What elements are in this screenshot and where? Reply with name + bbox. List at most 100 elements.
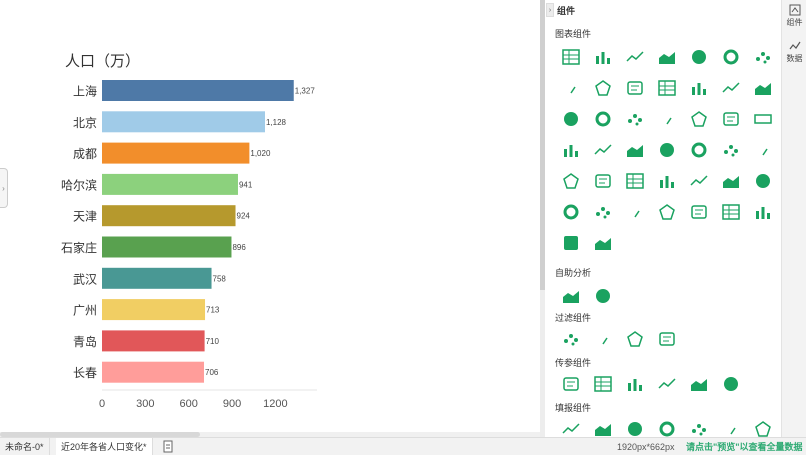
funnel-icon[interactable] xyxy=(587,134,619,165)
document-tab-2-label: 近20年各省人口变化* xyxy=(61,442,147,452)
globe-icon[interactable] xyxy=(651,196,683,227)
form-list-icon[interactable] xyxy=(619,413,651,437)
comment-icon[interactable] xyxy=(587,280,619,311)
slider-param-icon[interactable] xyxy=(683,368,715,399)
polygon-radar-icon[interactable] xyxy=(715,134,747,165)
form-edit-icon[interactable] xyxy=(555,413,587,437)
components-icon xyxy=(789,4,800,16)
leaf-map-icon[interactable] xyxy=(747,165,779,196)
grouped-table-icon[interactable] xyxy=(619,41,651,72)
bar[interactable] xyxy=(102,173,238,195)
slider-filter-icon[interactable] xyxy=(619,323,651,354)
sankey-icon[interactable] xyxy=(715,165,747,196)
date-filter-icon[interactable] xyxy=(651,323,683,354)
ellipse-pie-icon[interactable] xyxy=(715,72,747,103)
dropdown-param-icon[interactable] xyxy=(619,368,651,399)
range-column-icon[interactable] xyxy=(747,41,779,72)
form-dropdown-icon[interactable] xyxy=(683,413,715,437)
js-custom-icon[interactable] xyxy=(555,227,587,258)
tab-components[interactable]: 组件 xyxy=(782,4,806,28)
column-chart-icon[interactable] xyxy=(651,41,683,72)
stream-area-icon[interactable] xyxy=(651,72,683,103)
candlestick-icon[interactable] xyxy=(715,196,747,227)
search-param-icon[interactable] xyxy=(715,368,747,399)
bubble-chart-icon[interactable] xyxy=(651,103,683,134)
gauge-icon[interactable] xyxy=(555,134,587,165)
bar[interactable] xyxy=(102,299,206,321)
bar[interactable] xyxy=(102,80,294,101)
gantt-icon[interactable] xyxy=(587,196,619,227)
region-map-icon[interactable] xyxy=(683,196,715,227)
histogram-icon[interactable] xyxy=(587,165,619,196)
data-label: 1,020 xyxy=(250,149,271,158)
insight-bulb-icon[interactable] xyxy=(555,280,587,311)
bar[interactable] xyxy=(102,142,250,164)
area-chart-icon[interactable] xyxy=(619,72,651,103)
bar[interactable] xyxy=(102,205,236,227)
data-label: 1,327 xyxy=(295,87,316,96)
percent-column-icon[interactable] xyxy=(715,41,747,72)
bar[interactable] xyxy=(102,361,205,383)
flow-map-icon[interactable] xyxy=(747,196,779,227)
network-graph-icon[interactable] xyxy=(683,165,715,196)
icon-grid xyxy=(555,323,779,354)
tree-filter-icon[interactable] xyxy=(587,323,619,354)
panel-title: 组件 xyxy=(557,5,576,16)
step-column-icon[interactable] xyxy=(747,134,779,165)
form-search-icon[interactable] xyxy=(747,413,779,437)
document-tab-2[interactable]: 近20年各省人口变化* xyxy=(56,438,153,455)
donut-chart-icon[interactable] xyxy=(747,72,779,103)
heatmap-table-icon[interactable] xyxy=(651,165,683,196)
tree-chart-icon[interactable] xyxy=(555,196,587,227)
design-canvas[interactable]: › 人口（万） 上海 1,327 北京 1,128 成都 1,020 哈尔滨 941 天津 924… xyxy=(0,0,540,437)
sparkline-icon[interactable] xyxy=(587,227,619,258)
icon-grid xyxy=(555,368,779,399)
bar[interactable] xyxy=(102,111,265,133)
preview-hint[interactable]: 请点击"预览"以查看全量数据 xyxy=(686,438,803,455)
panel-collapse-button[interactable]: › xyxy=(546,3,554,17)
line-chart-icon[interactable] xyxy=(555,72,587,103)
ring-progress-icon[interactable] xyxy=(587,103,619,134)
document-tab-1-label: 未命名-0* xyxy=(5,442,44,452)
multi-bubble-icon[interactable] xyxy=(683,103,715,134)
bar[interactable] xyxy=(102,267,212,289)
new-document-icon[interactable] xyxy=(162,440,174,453)
form-tree-icon[interactable] xyxy=(651,413,683,437)
data-label: 758 xyxy=(213,274,227,283)
x-tick-label: 900 xyxy=(223,398,241,410)
canvas-size-readout: 1920px*662px xyxy=(617,441,675,452)
word-cloud-icon[interactable] xyxy=(715,103,747,134)
scatter-chart-icon[interactable] xyxy=(619,103,651,134)
text-param-icon[interactable] xyxy=(651,368,683,399)
y-tick-label: 石家庄 xyxy=(61,240,97,255)
text-list-icon[interactable] xyxy=(619,196,651,227)
cross-table-icon[interactable] xyxy=(587,41,619,72)
tree-param-icon[interactable] xyxy=(587,368,619,399)
tab-data[interactable]: 数据 xyxy=(782,40,806,64)
x-tick-label: 600 xyxy=(180,398,198,410)
y-tick-label: 武汉 xyxy=(73,272,97,286)
rose-chart-icon[interactable] xyxy=(555,103,587,134)
combo-chart-icon[interactable] xyxy=(555,165,587,196)
list-filter-icon[interactable] xyxy=(555,323,587,354)
radar-chart-icon[interactable] xyxy=(683,134,715,165)
bar[interactable] xyxy=(102,330,205,352)
data-label: 706 xyxy=(205,368,219,377)
pie-chart-icon[interactable] xyxy=(683,72,715,103)
data-label: 1,128 xyxy=(266,118,287,127)
box-plot-icon[interactable] xyxy=(619,165,651,196)
form-card-icon[interactable] xyxy=(587,413,619,437)
y-tick-label: 广州 xyxy=(73,304,97,318)
multi-line-icon[interactable] xyxy=(587,72,619,103)
bar-chart[interactable]: 上海 1,327 北京 1,128 成都 1,020 哈尔滨 941 天津 924 石家庄 896 武汉… xyxy=(0,0,540,430)
list-param-icon[interactable] xyxy=(555,368,587,399)
table-icon[interactable] xyxy=(555,41,587,72)
icon-grid xyxy=(555,41,779,258)
form-text-icon[interactable] xyxy=(715,413,747,437)
point-map-icon[interactable] xyxy=(651,134,683,165)
world-map-icon[interactable] xyxy=(619,134,651,165)
stacked-column-icon[interactable] xyxy=(683,41,715,72)
bar[interactable] xyxy=(102,236,232,258)
number-kpi-icon[interactable] xyxy=(747,103,779,134)
document-tab-1[interactable]: 未命名-0* xyxy=(0,438,50,455)
